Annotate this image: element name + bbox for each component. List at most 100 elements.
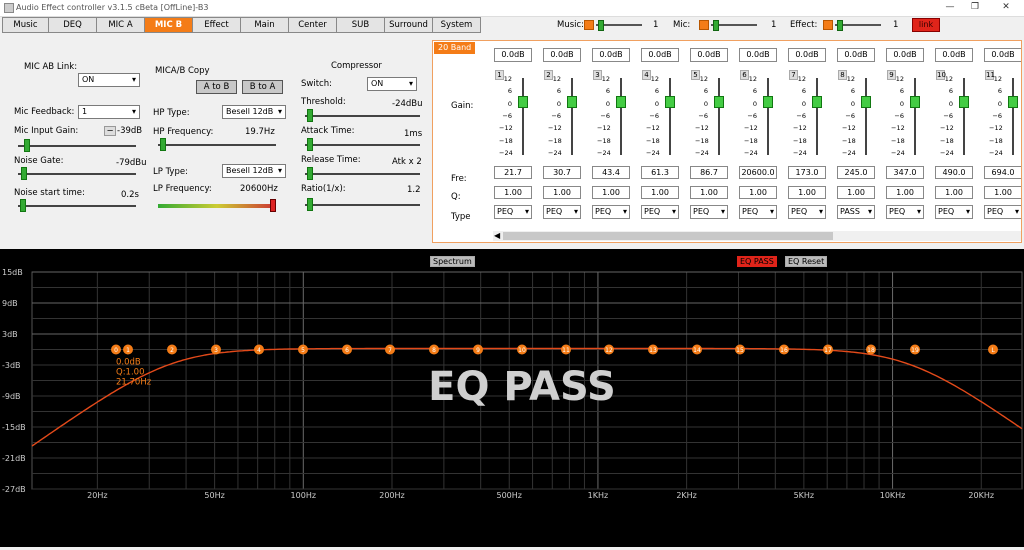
- band-type-select[interactable]: PEQ: [886, 205, 924, 219]
- band-type-select[interactable]: PEQ: [935, 205, 973, 219]
- release-slider[interactable]: [305, 167, 420, 181]
- band-type-select[interactable]: PEQ: [641, 205, 679, 219]
- music-level-slider[interactable]: [598, 20, 604, 31]
- band-frequency-field[interactable]: 490.0: [935, 166, 973, 179]
- tab-mic-a[interactable]: MIC A: [96, 17, 145, 33]
- scroll-left-icon[interactable]: ◀: [494, 231, 500, 240]
- mic-ab-link-select[interactable]: ON: [78, 73, 140, 87]
- noise-start-thumb[interactable]: [20, 199, 26, 212]
- threshold-thumb[interactable]: [307, 109, 313, 122]
- band-gain-slider[interactable]: [763, 96, 773, 108]
- attack-thumb[interactable]: [307, 138, 313, 151]
- band-frequency-field[interactable]: 43.4: [592, 166, 630, 179]
- band-frequency-field[interactable]: 30.7: [543, 166, 581, 179]
- band-gain-slider[interactable]: [1008, 96, 1018, 108]
- threshold-slider[interactable]: [305, 109, 420, 123]
- band-q-field[interactable]: 1.00: [984, 186, 1021, 199]
- tab-system[interactable]: System: [432, 17, 481, 33]
- minimize-button[interactable]: —: [943, 2, 957, 12]
- mic-input-gain-slider[interactable]: [18, 139, 136, 153]
- band-type-select[interactable]: PEQ: [494, 205, 532, 219]
- eq-response-plot[interactable]: 15dB 9dB 3dB -3dB -9dB -15dB -21dB -27dB 20Hz 50H…: [0, 249, 1024, 547]
- tab-effect[interactable]: Effect: [192, 17, 241, 33]
- band-gain-slider[interactable]: [518, 96, 528, 108]
- band-gain-slider[interactable]: [812, 96, 822, 108]
- tab-music[interactable]: Music: [2, 17, 49, 33]
- band-frequency-field[interactable]: 20600.0: [739, 166, 777, 179]
- band-q-field[interactable]: 1.00: [739, 186, 777, 199]
- minus-button[interactable]: −: [104, 126, 116, 136]
- band-q-field[interactable]: 1.00: [641, 186, 679, 199]
- attack-slider[interactable]: [305, 138, 420, 152]
- band-gain-slider[interactable]: [910, 96, 920, 108]
- band-q-field[interactable]: 1.00: [592, 186, 630, 199]
- band-frequency-field[interactable]: 694.0: [984, 166, 1021, 179]
- mic-mute-toggle[interactable]: [699, 20, 709, 30]
- b-to-a-button[interactable]: B to A: [242, 80, 283, 94]
- band-frequency-field[interactable]: 61.3: [641, 166, 679, 179]
- band-q-field[interactable]: 1.00: [543, 186, 581, 199]
- a-to-b-button[interactable]: A to B: [196, 80, 237, 94]
- music-mute-toggle[interactable]: [584, 20, 594, 30]
- band-type-select[interactable]: PEQ: [592, 205, 630, 219]
- band-q-field[interactable]: 1.00: [494, 186, 532, 199]
- eq-reset-button[interactable]: EQ Reset: [785, 256, 828, 267]
- band-gain-slider[interactable]: [959, 96, 969, 108]
- gain-scale-tick: 6: [605, 87, 610, 96]
- band-type-select[interactable]: PEQ: [788, 205, 826, 219]
- band-gain-slider[interactable]: [567, 96, 577, 108]
- band-frequency-field[interactable]: 21.7: [494, 166, 532, 179]
- lp-type-select[interactable]: Besell 12dB: [222, 164, 286, 178]
- band-frequency-field[interactable]: 245.0: [837, 166, 875, 179]
- mic-feedback-select[interactable]: 1: [78, 105, 140, 119]
- hp-frequency-thumb[interactable]: [160, 138, 166, 151]
- effect-mute-toggle[interactable]: [823, 20, 833, 30]
- link-button[interactable]: link: [912, 18, 940, 32]
- band-type-select[interactable]: PEQ: [543, 205, 581, 219]
- band-q-field[interactable]: 1.00: [935, 186, 973, 199]
- scroll-thumb[interactable]: [503, 232, 833, 240]
- close-button[interactable]: ✕: [999, 2, 1013, 12]
- effect-level-slider[interactable]: [837, 20, 843, 31]
- hp-type-select[interactable]: Besell 12dB: [222, 105, 286, 119]
- tab-sub[interactable]: SUB: [336, 17, 385, 33]
- tab-surround[interactable]: Surround: [384, 17, 433, 33]
- band-gain-track: [522, 78, 524, 155]
- tab-mic-b[interactable]: MIC B: [144, 17, 193, 33]
- band-frequency-field[interactable]: 86.7: [690, 166, 728, 179]
- hp-frequency-slider[interactable]: [158, 138, 276, 152]
- tab-main[interactable]: Main: [240, 17, 289, 33]
- maximize-button[interactable]: ❐: [968, 2, 982, 12]
- tab-deq[interactable]: DEQ: [48, 17, 97, 33]
- mic-level-slider[interactable]: [713, 20, 719, 31]
- band-q-field[interactable]: 1.00: [788, 186, 826, 199]
- ratio-slider[interactable]: [305, 198, 420, 212]
- spectrum-button[interactable]: Spectrum: [430, 256, 475, 267]
- band-gain-slider[interactable]: [665, 96, 675, 108]
- eq-pass-button[interactable]: EQ PASS: [737, 256, 777, 267]
- band-frequency-field[interactable]: 173.0: [788, 166, 826, 179]
- noise-start-slider[interactable]: [18, 199, 136, 213]
- band-frequency-field[interactable]: 347.0: [886, 166, 924, 179]
- band-type-select[interactable]: PEQ: [739, 205, 777, 219]
- band-q-field[interactable]: 1.00: [886, 186, 924, 199]
- band-q-field[interactable]: 1.00: [690, 186, 728, 199]
- lp-frequency-slider[interactable]: [158, 199, 276, 213]
- band-gain-slider[interactable]: [616, 96, 626, 108]
- noise-gate-thumb[interactable]: [21, 167, 27, 180]
- band-gain-track: [914, 78, 916, 155]
- mic-input-gain-thumb[interactable]: [24, 139, 30, 152]
- release-thumb[interactable]: [307, 167, 313, 180]
- band-scrollbar[interactable]: ◀: [493, 231, 1021, 241]
- band-gain-slider[interactable]: [861, 96, 871, 108]
- noise-gate-slider[interactable]: [18, 167, 136, 181]
- band-gain-slider[interactable]: [714, 96, 724, 108]
- tab-center[interactable]: Center: [288, 17, 337, 33]
- band-q-field[interactable]: 1.00: [837, 186, 875, 199]
- ratio-thumb[interactable]: [307, 198, 313, 211]
- band-type-select[interactable]: PEQ: [690, 205, 728, 219]
- lp-frequency-thumb[interactable]: [270, 199, 276, 212]
- compressor-switch-select[interactable]: ON: [367, 77, 417, 91]
- band-type-select[interactable]: PASS: [837, 205, 875, 219]
- band-type-select[interactable]: PEQ: [984, 205, 1021, 219]
